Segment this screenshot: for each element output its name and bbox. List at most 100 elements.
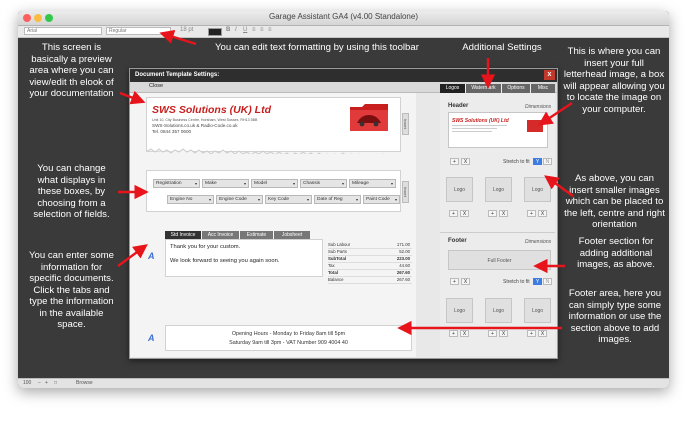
- footer-text-area[interactable]: Opening Hours - Monday to Friday 8am til…: [165, 325, 412, 351]
- align-right-icon[interactable]: ≡: [268, 27, 272, 33]
- field-date-of-reg[interactable]: Date of Reg ▾: [314, 195, 361, 204]
- footer-logo-center-add-button[interactable]: +: [488, 330, 497, 337]
- tab-misc[interactable]: Misc: [531, 84, 555, 93]
- logo-center-slot[interactable]: Logo: [485, 177, 512, 202]
- field-label: Chassis: [303, 181, 321, 186]
- header-image-slot[interactable]: SWS Solutions (UK) Ltd: [448, 112, 548, 148]
- template-settings-dialog: Document Template Settings: x Close SWS …: [129, 68, 558, 359]
- totals-label: SubTotal: [328, 256, 347, 261]
- align-left-icon[interactable]: ≡: [252, 27, 256, 33]
- chevron-down-icon: ▾: [292, 181, 295, 186]
- field-chassis[interactable]: Chassis ▾: [300, 179, 347, 188]
- footer-logo-left-add-button[interactable]: +: [449, 330, 458, 337]
- chevron-down-icon: ▾: [390, 181, 393, 186]
- footer-logo-center-slot[interactable]: Logo: [485, 298, 512, 323]
- footer-section-label: Footer: [448, 238, 467, 244]
- logo-right-remove-button[interactable]: X: [538, 210, 547, 217]
- logo-left-slot[interactable]: Logo: [446, 177, 473, 202]
- tab-jobsheet[interactable]: Jobsheet: [274, 231, 310, 239]
- header-stretch-yes[interactable]: Y: [533, 158, 542, 165]
- totals-label: Sub Labour: [328, 242, 351, 247]
- zoom-level[interactable]: 100: [23, 380, 31, 386]
- field-engine-code[interactable]: Engine Code ▾: [216, 195, 263, 204]
- status-bar: 100 − + □ Browse: [18, 378, 669, 388]
- layout-icon[interactable]: □: [54, 380, 57, 386]
- full-footer-slot[interactable]: Full Footer: [448, 250, 551, 270]
- totals-label: Total: [328, 270, 338, 275]
- header-thumb-line: [452, 128, 497, 129]
- field-registration[interactable]: Registration ▾: [153, 179, 200, 188]
- tab-estimate[interactable]: Estimate: [240, 231, 273, 239]
- field-paint-code[interactable]: Paint Code ▾: [363, 195, 400, 204]
- footer-stretch-yes[interactable]: Y: [533, 278, 542, 285]
- chevron-down-icon: ▾: [394, 197, 397, 202]
- totals-row: Balance 267.60: [328, 276, 412, 284]
- fields-insert-tab[interactable]: Insert: [402, 181, 409, 203]
- letterhead-panel[interactable]: SWS Solutions (UK) Ltd Unit 10, City Bus…: [146, 97, 401, 154]
- underline-button[interactable]: U: [243, 27, 247, 33]
- italic-button[interactable]: I: [235, 27, 237, 33]
- close-menu-item[interactable]: Close: [149, 83, 163, 89]
- field-key-code[interactable]: Key Code ▾: [265, 195, 312, 204]
- tab-options[interactable]: Options: [502, 84, 530, 93]
- font-size-select[interactable]: 18 pt: [180, 27, 193, 33]
- tab-std-invoice[interactable]: Std Invoice: [165, 231, 201, 239]
- annotation-letterhead: This is where you can insert your full l…: [563, 46, 665, 115]
- annotation-smaller-images: As above, you can insert smaller images …: [564, 173, 665, 230]
- totals-value: 171.00: [396, 242, 410, 247]
- header-stretch-no[interactable]: N: [543, 158, 552, 165]
- footer-add-button[interactable]: +: [450, 278, 459, 285]
- field-mileage[interactable]: Mileage ▾: [349, 179, 396, 188]
- field-label: Engine Code: [219, 197, 247, 202]
- chevron-down-icon: ▾: [208, 197, 211, 202]
- logo-right-slot[interactable]: Logo: [524, 177, 551, 202]
- logo-right-add-button[interactable]: +: [527, 210, 536, 217]
- zoom-out-icon[interactable]: −: [38, 380, 41, 386]
- letterhead-insert-tab[interactable]: Insert: [402, 113, 409, 135]
- footer-remove-button[interactable]: X: [461, 278, 470, 285]
- mode-indicator[interactable]: Browse: [76, 380, 93, 386]
- header-remove-button[interactable]: X: [461, 158, 470, 165]
- footer-text-format-icon[interactable]: A: [148, 333, 155, 343]
- bold-button[interactable]: B: [226, 27, 230, 33]
- tab-logos[interactable]: Logos: [440, 84, 465, 93]
- align-center-icon[interactable]: ≡: [260, 27, 264, 33]
- footer-logo-left-slot[interactable]: Logo: [446, 298, 473, 323]
- annotation-fields: You can change what displays in these bo…: [33, 163, 110, 220]
- field-make[interactable]: Make ▾: [202, 179, 249, 188]
- field-model[interactable]: Model ▾: [251, 179, 298, 188]
- field-engine-no[interactable]: Engine No ▾: [167, 195, 214, 204]
- footer-dimensions-label: Dimensions: [525, 239, 552, 245]
- totals-table: Sub Labour 171.00 Sub Parts 52.00 SubTotal…: [328, 241, 412, 286]
- logo-center-add-button[interactable]: +: [488, 210, 497, 217]
- style-select[interactable]: Regular: [106, 27, 171, 35]
- footer-logo-right-add-button[interactable]: +: [527, 330, 536, 337]
- dialog-close-button[interactable]: x: [544, 70, 555, 80]
- text-color-swatch[interactable]: [208, 28, 222, 36]
- tab-acc-invoice[interactable]: Acc Invoice: [202, 231, 239, 239]
- footer-logo-right-slot[interactable]: Logo: [524, 298, 551, 323]
- header-stretch-label: Stretch to fit: [503, 159, 530, 165]
- annotation-enter-info: You can enter some information for speci…: [29, 250, 114, 330]
- logo-center-remove-button[interactable]: X: [499, 210, 508, 217]
- font-select[interactable]: Arial: [24, 27, 102, 35]
- custom-text-area[interactable]: Thank you for your custom. We look forwa…: [165, 239, 323, 277]
- fields-panel: Registration ▾ Make ▾ Model ▾ Chassis ▾ Mile…: [146, 170, 401, 212]
- field-label: Model: [254, 181, 268, 186]
- footer-logo-right-remove-button[interactable]: X: [538, 330, 547, 337]
- logo-left-remove-button[interactable]: X: [460, 210, 469, 217]
- field-label: Key Code: [268, 197, 290, 202]
- header-thumb-company: SWS Solutions (UK) Ltd: [452, 118, 509, 124]
- text-format-icon[interactable]: A: [148, 251, 155, 261]
- footer-stretch-no[interactable]: N: [543, 278, 552, 285]
- header-section-label: Header: [448, 103, 469, 109]
- totals-value: 52.00: [399, 249, 410, 254]
- zoom-in-icon[interactable]: +: [45, 380, 48, 386]
- footer-logo-center-remove-button[interactable]: X: [499, 330, 508, 337]
- logo-left-add-button[interactable]: +: [449, 210, 458, 217]
- totals-label: Sub Parts: [328, 249, 347, 254]
- footer-line-1: Opening Hours - Monday to Friday 8am til…: [231, 331, 346, 337]
- tab-watermark[interactable]: Watermark: [466, 84, 501, 93]
- header-add-button[interactable]: +: [450, 158, 459, 165]
- footer-logo-left-remove-button[interactable]: X: [460, 330, 469, 337]
